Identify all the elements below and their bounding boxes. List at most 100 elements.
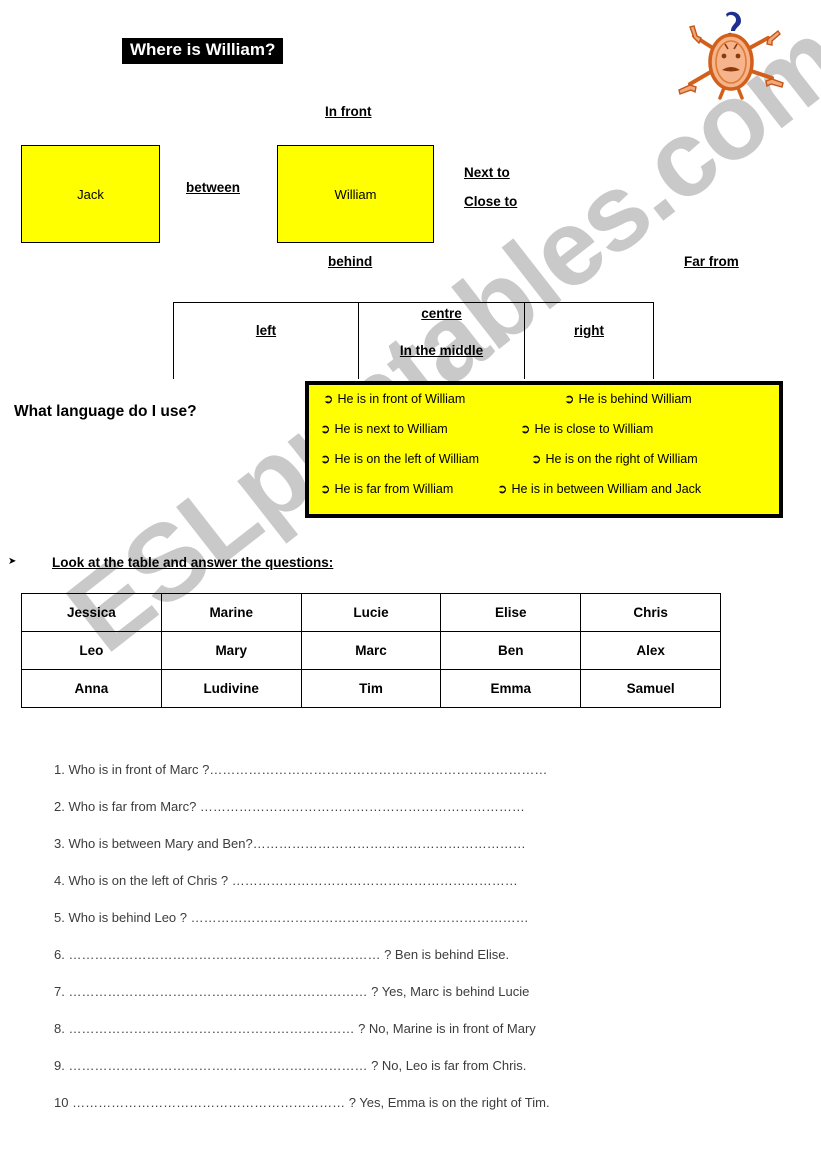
table-cell: Jessica <box>21 593 162 632</box>
arrow-bullet-icon: ➲ <box>320 481 331 496</box>
sentence-item: ➲ He is behind William <box>564 391 692 406</box>
page-title: Where is William? <box>122 38 284 64</box>
question-number: 8. <box>54 1021 65 1036</box>
label-far-from: Far from <box>684 254 739 269</box>
table-cell: Anna <box>21 669 162 708</box>
position-label-left: left <box>255 323 277 338</box>
confused-person-pointing-icon <box>668 8 793 103</box>
sentence-item: ➲ He is on the left of William <box>320 451 479 466</box>
arrow-bullet-icon: ➲ <box>520 421 531 436</box>
table-cell: Emma <box>440 669 582 708</box>
sentence-row: ➲ He is far from William ➲ He is in betwee… <box>309 481 779 511</box>
label-close-to: Close to <box>464 194 518 209</box>
arrow-bullet-icon: ➲ <box>323 391 334 406</box>
sentence-text: He is on the right of William <box>545 452 698 466</box>
question-row: 8. ………………………………………………………… ? No, Marine i… <box>54 1010 774 1047</box>
question-row: 6. ……………………………………………………………… ? Ben is beh… <box>54 936 774 973</box>
sentence-row: ➲ He is next to William ➲ He is close to W… <box>309 421 779 451</box>
question-row: 1. Who is in front of Marc ?………………………………… <box>54 751 774 788</box>
sentence-text: He is in front of William <box>337 392 466 406</box>
person-box-jack-label: Jack <box>77 186 104 202</box>
what-language-heading: What language do I use? <box>14 403 197 420</box>
question-text[interactable]: Who is between Mary and Ben?………………………………… <box>68 836 525 851</box>
sentence-item: ➲ He is close to William <box>520 421 653 436</box>
arrow-bullet-icon: ➲ <box>497 481 508 496</box>
table-cell: Mary <box>160 631 302 670</box>
question-number: 4. <box>54 873 65 888</box>
arrow-bullet-icon: ➲ <box>531 451 542 466</box>
sentence-row: ➲ He is in front of William ➲ He is behind… <box>309 391 779 421</box>
questions-list: 1. Who is in front of Marc ?………………………………… <box>54 751 774 1121</box>
question-number: 7. <box>54 984 65 999</box>
position-label-centre: centre <box>421 306 462 321</box>
arrow-bullet-icon: ➲ <box>320 451 331 466</box>
sentence-text: He is far from William <box>334 482 454 496</box>
table-cell: Marine <box>160 593 302 632</box>
person-box-jack: Jack <box>21 145 160 243</box>
label-between: between <box>186 180 241 195</box>
question-text[interactable]: Who is behind Leo ? ……………………………………………………… <box>68 910 528 925</box>
table-cell: Tim <box>300 669 442 708</box>
question-number: 6. <box>54 947 65 962</box>
person-box-william-label: William <box>334 186 377 202</box>
sentence-item: ➲ He is next to William <box>320 421 448 436</box>
question-row: 7. …………………………………………………………… ? Yes, Marc i… <box>54 973 774 1010</box>
arrow-bullet-icon: ➲ <box>320 421 331 436</box>
label-behind: behind <box>328 254 373 269</box>
question-number: 10 <box>54 1095 69 1110</box>
table-cell: Alex <box>580 631 721 670</box>
table-cell: Lucie <box>300 593 442 632</box>
question-number: 2. <box>54 799 65 814</box>
table-cell: Marc <box>300 631 442 670</box>
table-cell: Elise <box>440 593 582 632</box>
label-in-front: In front <box>325 104 372 119</box>
question-row: 10 ……………………………………………………… ? Yes, Emma is … <box>54 1084 774 1121</box>
question-text[interactable]: ……………………………………………………………… ? Ben is behind… <box>68 947 509 962</box>
question-text[interactable]: Who is in front of Marc ?………………………………………… <box>68 762 547 777</box>
arrow-bullet-icon: ➲ <box>564 391 575 406</box>
table-cell: Samuel <box>580 669 721 708</box>
table-row: Jessica Marine Lucie Elise Chris <box>21 593 721 632</box>
question-row: 9. …………………………………………………………… ? No, Leo is … <box>54 1047 774 1084</box>
question-text[interactable]: Who is far from Marc? ………………………………………………… <box>68 799 524 814</box>
instruction-text: Look at the table and answer the questio… <box>52 555 334 570</box>
question-number: 3. <box>54 836 65 851</box>
sentence-text: He is in between William and Jack <box>511 482 702 496</box>
sentence-panel: ➲ He is in front of William ➲ He is behind… <box>305 381 783 518</box>
worksheet-page: ESLprintables.com Where is William? Jack… <box>0 0 821 1169</box>
question-text[interactable]: ……………………………………………………… ? Yes, Emma is on … <box>72 1095 549 1110</box>
table-cell: Ludivine <box>160 669 302 708</box>
person-box-william: William <box>277 145 434 243</box>
position-label-right: right <box>574 323 604 338</box>
names-table: Jessica Marine Lucie Elise Chris Leo Mar… <box>21 593 721 708</box>
position-cell-centre: centre In the middle <box>358 303 524 379</box>
sentence-text: He is behind William <box>578 392 692 406</box>
sentence-text: He is next to William <box>334 422 448 436</box>
question-text[interactable]: ………………………………………………………… ? No, Marine is i… <box>68 1021 535 1036</box>
label-next-to: Next to <box>464 165 510 180</box>
sentence-item: ➲ He is in front of William <box>323 391 465 406</box>
sentence-item: ➲ He is on the right of William <box>531 451 698 466</box>
question-number: 9. <box>54 1058 65 1073</box>
position-table: left centre In the middle right <box>173 302 654 379</box>
question-text[interactable]: …………………………………………………………… ? No, Leo is far… <box>68 1058 526 1073</box>
table-cell: Chris <box>580 593 721 632</box>
question-row: 5. Who is behind Leo ? ……………………………………………… <box>54 899 774 936</box>
table-cell: Ben <box>440 631 582 670</box>
table-row: Anna Ludivine Tim Emma Samuel <box>21 669 721 708</box>
question-row: 2. Who is far from Marc? ………………………………………… <box>54 788 774 825</box>
sentence-text: He is on the left of William <box>334 452 479 466</box>
question-row: 4. Who is on the left of Chris ? …………………… <box>54 862 774 899</box>
sentence-item: ➲ He is in between William and Jack <box>497 481 701 496</box>
question-text[interactable]: …………………………………………………………… ? Yes, Marc is b… <box>68 984 529 999</box>
sentence-text: He is close to William <box>534 422 654 436</box>
position-label-in-the-middle: In the middle <box>399 343 484 358</box>
question-number: 5. <box>54 910 65 925</box>
position-cell-right: right <box>524 303 654 379</box>
question-number: 1. <box>54 762 65 777</box>
sentence-item: ➲ He is far from William <box>320 481 453 496</box>
question-text[interactable]: Who is on the left of Chris ? …………………………… <box>68 873 517 888</box>
arrow-bullet-icon: ➤ <box>8 556 17 567</box>
position-cell-left: left <box>173 303 358 379</box>
question-row: 3. Who is between Mary and Ben?………………………… <box>54 825 774 862</box>
